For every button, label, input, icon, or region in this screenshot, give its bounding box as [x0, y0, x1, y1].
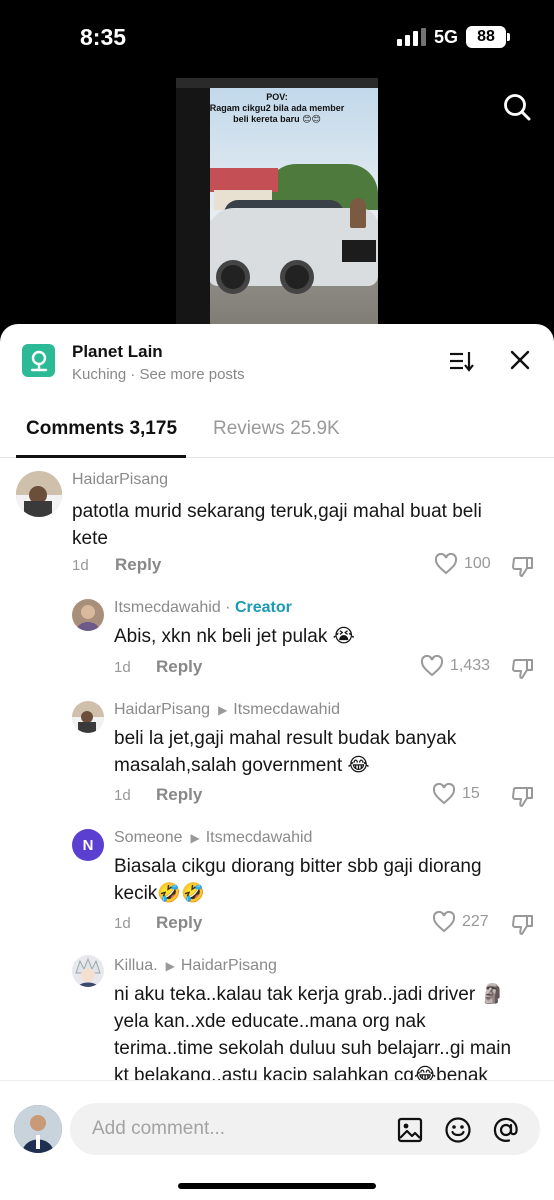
like-button[interactable]: 100: [434, 553, 491, 575]
place-subtitle[interactable]: Kuching · See more posts: [72, 366, 245, 383]
like-button[interactable]: 15: [432, 783, 480, 805]
active-tab-indicator: [16, 455, 186, 458]
thumbs-down-icon[interactable]: [511, 555, 535, 579]
comment-username[interactable]: Killua. ▶ HaidarPisang: [114, 957, 277, 975]
comment-text: Biasala cikgu diorang bitter sbb gaji di…: [114, 856, 482, 904]
like-count: 100: [464, 555, 491, 572]
tab-bar: Comments 3,175 Reviews 25.9K: [0, 410, 554, 458]
comment-username[interactable]: HaidarPisang: [72, 471, 168, 489]
comment-composer: Add comment...: [0, 1080, 554, 1200]
sort-icon[interactable]: [448, 350, 474, 372]
reply-button[interactable]: Reply: [156, 657, 202, 677]
status-indicators: 5G 88: [396, 26, 510, 48]
like-count: 1,433: [450, 657, 491, 674]
comment-text: beli la jet,gaji mahal result budak bany…: [114, 728, 457, 776]
emoji-icon[interactable]: [444, 1116, 472, 1144]
avatar[interactable]: [72, 955, 104, 987]
comment-time: 1d: [114, 659, 131, 676]
reply-button[interactable]: Reply: [156, 785, 202, 805]
network-type: 5G: [433, 26, 458, 47]
avatar[interactable]: N: [72, 829, 104, 861]
like-count: 15: [462, 785, 480, 802]
thumbs-down-icon[interactable]: [511, 657, 535, 681]
heart-icon: [432, 783, 456, 805]
sheet-header: Planet Lain Kuching · See more posts: [22, 342, 532, 388]
video-caption: POV: Ragam cikgu2 bila ada member beli k…: [209, 92, 345, 124]
comment-username[interactable]: HaidarPisang ▶ Itsmecdawahid: [114, 701, 340, 719]
status-time: 8:35: [80, 24, 127, 50]
creator-badge: Creator: [234, 599, 292, 616]
search-icon[interactable]: [502, 92, 532, 122]
comments-sheet: Planet Lain Kuching · See more posts Com…: [0, 324, 554, 1200]
comment-username[interactable]: Itsmecdawahid · Creator: [114, 599, 292, 617]
avatar[interactable]: [72, 701, 104, 733]
video-area[interactable]: POV: Ragam cikgu2 bila ada member beli k…: [0, 74, 554, 334]
like-count: 227: [462, 913, 489, 930]
home-indicator[interactable]: [178, 1183, 376, 1189]
comment-time: 1d: [114, 787, 131, 804]
place-title[interactable]: Planet Lain: [72, 342, 163, 362]
reply-button[interactable]: Reply: [156, 913, 202, 933]
comment-time: 1d: [72, 557, 89, 574]
close-icon[interactable]: [508, 348, 532, 372]
video-thumbnail[interactable]: POV: Ragam cikgu2 bila ada member beli k…: [176, 78, 378, 334]
comment-username[interactable]: Someone ▶ Itsmecdawahid: [114, 829, 312, 847]
heart-icon: [420, 655, 444, 677]
avatar[interactable]: [16, 471, 62, 517]
heart-icon: [434, 553, 458, 575]
signal-icon: [396, 28, 426, 46]
comment-input[interactable]: Add comment...: [70, 1103, 540, 1155]
battery-icon: 88: [466, 26, 510, 48]
status-bar: 8:35 5G 88: [0, 0, 554, 74]
reply-button[interactable]: Reply: [115, 555, 161, 575]
mention-icon[interactable]: [492, 1116, 520, 1144]
user-avatar[interactable]: [14, 1105, 62, 1153]
like-button[interactable]: 1,433: [420, 655, 490, 677]
heart-icon: [432, 911, 456, 933]
thumbs-down-icon[interactable]: [511, 913, 535, 937]
comment-text: patotla murid sekarang teruk,gaji mahal …: [72, 501, 482, 549]
like-button[interactable]: 227: [432, 911, 489, 933]
tab-comments[interactable]: Comments 3,175: [26, 418, 177, 440]
location-pin-icon[interactable]: [22, 344, 55, 377]
comment-text: Abis, xkn nk beli jet pulak 😭: [114, 626, 355, 647]
thumbs-down-icon[interactable]: [511, 785, 535, 809]
comment-placeholder: Add comment...: [92, 1118, 226, 1139]
image-icon[interactable]: [396, 1116, 424, 1144]
avatar[interactable]: [72, 599, 104, 631]
comment-text: ni aku teka..kalau tak kerja grab..jadi …: [114, 984, 512, 1086]
comment-time: 1d: [114, 915, 131, 932]
tab-reviews[interactable]: Reviews 25.9K: [213, 418, 340, 440]
